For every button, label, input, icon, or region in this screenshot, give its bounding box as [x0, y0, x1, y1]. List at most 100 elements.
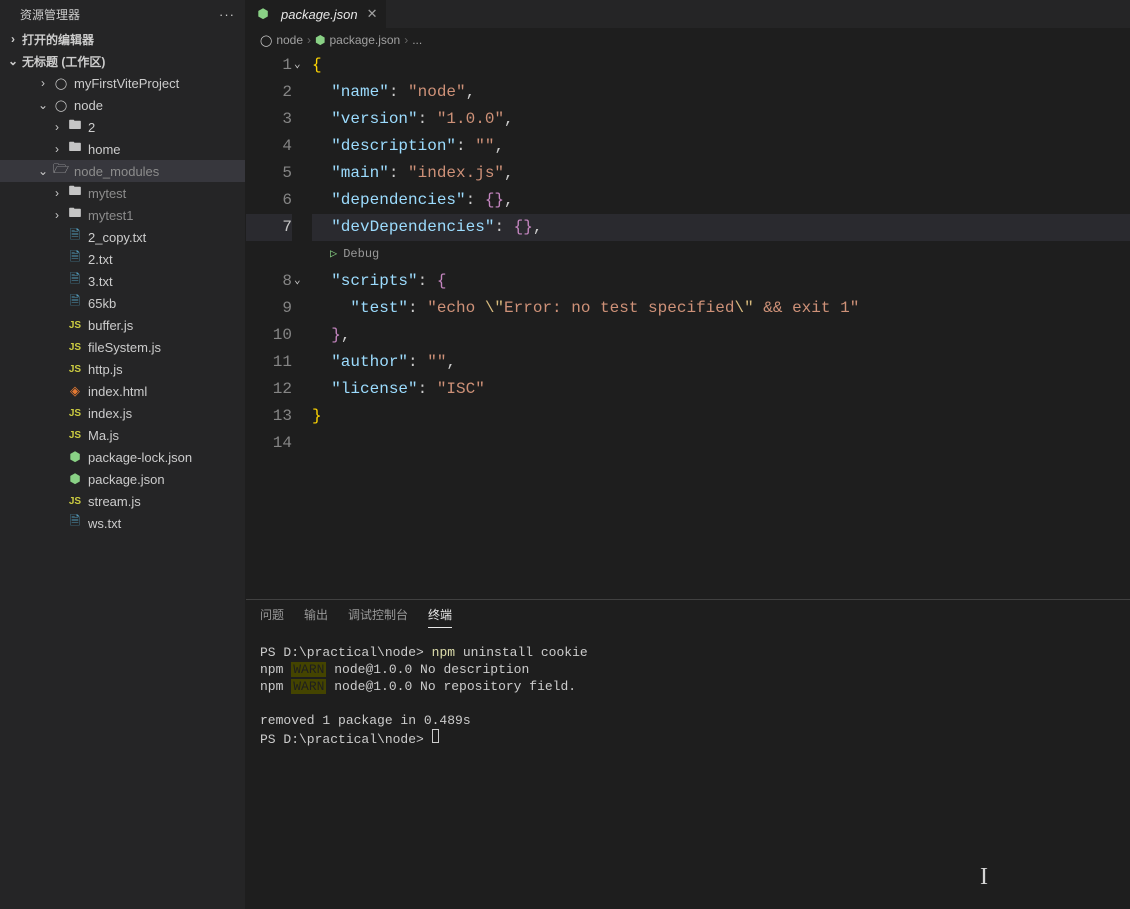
- tree-item-label: index.js: [88, 406, 132, 421]
- tree-item[interactable]: ⌄◯ node: [0, 94, 245, 116]
- tree-item-label: 2_copy.txt: [88, 230, 146, 245]
- tree-item-label: 65kb: [88, 296, 116, 311]
- line-number: 4: [246, 133, 292, 160]
- folder-icon: 🖿: [66, 141, 84, 157]
- tree-item-label: 2.txt: [88, 252, 113, 267]
- text-cursor-icon: I: [980, 864, 988, 891]
- more-icon[interactable]: ···: [219, 7, 235, 22]
- play-icon: ▷: [330, 241, 337, 268]
- explorer-sidebar: 资源管理器 ··· › 打开的编辑器 ⌄ 无标题 (工作区) ›◯myFirst…: [0, 0, 246, 909]
- explorer-header: 资源管理器 ···: [0, 0, 245, 28]
- tab-problems[interactable]: 问题: [260, 606, 284, 628]
- chevron-icon: ›: [50, 186, 64, 200]
- tree-item[interactable]: ⬢ package.json: [0, 468, 245, 490]
- crumb-0: node: [276, 33, 303, 47]
- circle-icon: ◯: [52, 97, 70, 113]
- breadcrumb[interactable]: ◯node › ⬢package.json › ...: [246, 28, 1130, 52]
- terminal-line: removed 1 package in 0.489s: [260, 712, 1116, 729]
- workspace-section[interactable]: ⌄ 无标题 (工作区): [0, 50, 245, 72]
- tree-item-label: stream.js: [88, 494, 141, 509]
- file-js-icon: JS: [66, 317, 84, 333]
- json-icon: ⬢: [315, 33, 325, 47]
- terminal-line: [260, 695, 1116, 712]
- tab-terminal[interactable]: 终端: [428, 606, 452, 628]
- line-number: 10: [246, 322, 292, 349]
- main-area: ⬢ package.json ✕ ◯node › ⬢package.json ›…: [246, 0, 1130, 909]
- tree-item[interactable]: ›🖿 home: [0, 138, 245, 160]
- line-number: 2: [246, 79, 292, 106]
- tree-item[interactable]: JS fileSystem.js: [0, 336, 245, 358]
- file-txt-icon: 🗎: [66, 295, 84, 311]
- tree-item[interactable]: ◈ index.html: [0, 380, 245, 402]
- tree-item[interactable]: ⬢package-lock.json: [0, 446, 245, 468]
- open-editors-section[interactable]: › 打开的编辑器: [0, 28, 245, 50]
- chevron-icon: ⌄: [36, 164, 50, 178]
- tree-item[interactable]: ⌄🗁node_modules: [0, 160, 245, 182]
- chevron-right-icon: ›: [6, 32, 20, 46]
- file-tree: ›◯myFirstViteProject⌄◯node›🖿2›🖿home⌄🗁nod…: [0, 72, 245, 534]
- folder-icon: 🖿: [66, 207, 84, 223]
- tree-item[interactable]: JS index.js: [0, 402, 245, 424]
- tree-item[interactable]: ›🖿2: [0, 116, 245, 138]
- tree-item[interactable]: 🗎 2.txt: [0, 248, 245, 270]
- tree-item[interactable]: JS http.js: [0, 358, 245, 380]
- tree-item[interactable]: JS stream.js: [0, 490, 245, 512]
- terminal[interactable]: PS D:\practical\node> npm uninstall cook…: [246, 634, 1130, 909]
- open-editors-label: 打开的编辑器: [22, 31, 94, 48]
- tree-item[interactable]: ›🖿mytest: [0, 182, 245, 204]
- file-json-icon: ⬢: [66, 449, 84, 465]
- chevron-down-icon: ⌄: [6, 54, 20, 68]
- terminal-line: npm WARN node@1.0.0 No repository field.: [260, 678, 1116, 695]
- tab-package-json[interactable]: ⬢ package.json ✕: [246, 0, 387, 28]
- chevron-icon: ›: [50, 142, 64, 156]
- tree-item-label: Ma.js: [88, 428, 119, 443]
- line-number: 13: [246, 403, 292, 430]
- tree-item-label: node: [74, 98, 103, 113]
- line-number: 3: [246, 106, 292, 133]
- tree-item[interactable]: ›◯myFirstViteProject: [0, 72, 245, 94]
- tree-item[interactable]: ›🖿mytest1: [0, 204, 245, 226]
- circle-icon: ◯: [260, 34, 272, 47]
- tree-item[interactable]: 🗎ws.txt: [0, 512, 245, 534]
- tree-item-label: index.html: [88, 384, 147, 399]
- code-content[interactable]: ⌄{ "name": "node", "version": "1.0.0", "…: [312, 52, 1130, 599]
- code-editor[interactable]: 1234567891011121314 ⌄{ "name": "node", "…: [246, 52, 1130, 599]
- line-number: 1: [246, 52, 292, 79]
- folder-icon: 🖿: [66, 119, 84, 135]
- bottom-panel: 问题 输出 调试控制台 终端 PS D:\practical\node> npm…: [246, 599, 1130, 909]
- file-txt-icon: 🗎: [66, 515, 84, 531]
- tree-item-label: fileSystem.js: [88, 340, 161, 355]
- tree-item[interactable]: 🗎3.txt: [0, 270, 245, 292]
- close-icon[interactable]: ✕: [367, 6, 378, 22]
- tree-item[interactable]: 🗎2_copy.txt: [0, 226, 245, 248]
- tab-debug-console[interactable]: 调试控制台: [348, 606, 408, 628]
- crumb-2: ...: [412, 33, 422, 47]
- panel-tabs: 问题 输出 调试控制台 终端: [246, 600, 1130, 634]
- tab-output[interactable]: 输出: [304, 606, 328, 628]
- tree-item[interactable]: JSMa.js: [0, 424, 245, 446]
- tree-item[interactable]: 🗎 65kb: [0, 292, 245, 314]
- terminal-line: PS D:\practical\node> npm uninstall cook…: [260, 644, 1116, 661]
- file-txt-icon: 🗎: [66, 251, 84, 267]
- line-gutter: 1234567891011121314: [246, 52, 312, 599]
- chevron-icon: ⌄: [36, 98, 50, 112]
- tree-item[interactable]: JSbuffer.js: [0, 314, 245, 336]
- file-js-icon: JS: [66, 361, 84, 377]
- file-js-icon: JS: [66, 339, 84, 355]
- tree-item-label: 3.txt: [88, 274, 113, 289]
- chevron-icon: ›: [36, 76, 50, 90]
- file-html-icon: ◈: [66, 383, 84, 399]
- terminal-cursor: [432, 729, 439, 743]
- tree-item-label: package.json: [88, 472, 165, 487]
- file-json-icon: ⬢: [66, 471, 84, 487]
- file-js-icon: JS: [66, 405, 84, 421]
- workspace-label: 无标题 (工作区): [22, 53, 105, 70]
- file-js-icon: JS: [66, 493, 84, 509]
- line-number: 8: [246, 268, 292, 295]
- folder-icon: 🖿: [66, 185, 84, 201]
- chevron-down-icon[interactable]: ⌄: [294, 52, 301, 79]
- tree-item-label: home: [88, 142, 121, 157]
- tree-item-label: http.js: [88, 362, 123, 377]
- chevron-down-icon[interactable]: ⌄: [294, 268, 301, 295]
- debug-codelens[interactable]: ▷Debug: [312, 241, 1130, 268]
